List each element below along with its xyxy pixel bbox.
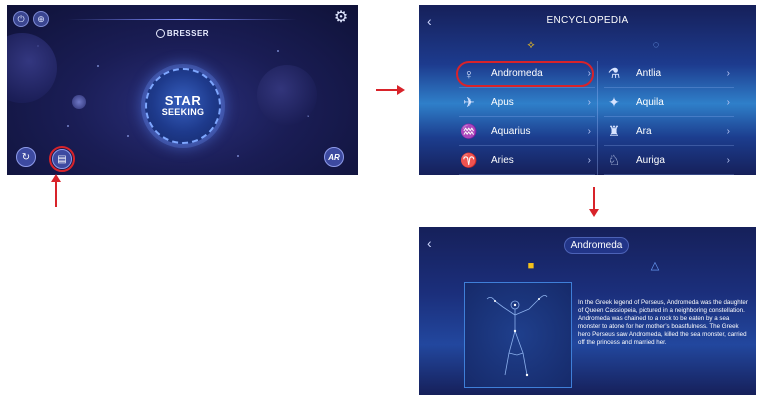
power-icon[interactable]: ⏻ [13,11,29,27]
star-seeking-line1: STAR [164,93,202,109]
list-item-label: Aquila [636,97,664,108]
list-item-aries[interactable]: ♈ Aries › [459,147,595,175]
star-seeking-line2: SEEKING [161,107,205,118]
aquarius-figure-icon: ♒ [460,123,478,139]
arrow-right-indicator [376,85,405,95]
constellation-detail-screen: ‹ Andromeda ■ △ In the Greek legend of P… [419,227,756,395]
bresser-logo-icon [155,29,165,38]
list-item-label: Ara [636,126,652,137]
constellation-description: In the Greek legend of Perseus, Andromed… [578,299,748,346]
home-screen: ⏻ ⊕ ⚙ BRESSER STAR SEEKING ↻ ▤ AR [7,5,358,175]
arrow-up-indicator [51,174,61,207]
constellation-image [464,282,572,388]
arrow-down-indicator [589,187,599,217]
list-item-aquila[interactable]: ✦ Aquila › [604,89,734,117]
chevron-right-icon: › [726,155,730,166]
cube-icon[interactable]: ■ [525,260,537,272]
list-item-label: Auriga [636,155,665,166]
list-item-auriga[interactable]: ♘ Auriga › [604,147,734,175]
aquila-figure-icon: ✦ [608,94,620,110]
background-star [97,65,99,67]
ar-button[interactable]: AR [324,147,344,167]
chevron-right-icon: › [726,68,730,79]
list-item-apus[interactable]: ✈ Apus › [459,89,595,117]
chevron-right-icon: › [587,155,591,166]
list-item-antlia[interactable]: ⚗ Antlia › [604,60,734,88]
planet-icon[interactable]: ◌ [649,38,663,52]
apus-figure-icon: ✈ [463,94,475,110]
chevron-right-icon: › [587,97,591,108]
chevron-right-icon: › [587,126,591,137]
constellation-icon[interactable]: ⟡ [524,38,538,52]
ara-figure-icon: ♜ [607,123,621,139]
planet-decoration [72,95,86,109]
list-item-label: Aries [491,155,514,166]
andromeda-figure-icon [486,295,548,377]
planet-decoration [7,33,57,103]
chevron-right-icon: › [726,97,730,108]
antlia-figure-icon: ⚗ [607,65,621,81]
ar-label: AR [328,152,340,162]
aries-figure-icon: ♈ [460,152,478,168]
detail-title: Andromeda [564,237,629,254]
list-item-label: Aquarius [491,126,531,137]
planet-decoration [257,65,317,125]
background-star [67,125,69,127]
encyclopedia-screen: ‹ ENCYCLOPEDIA ⟡ ◌ ♀ Andromeda › ✈ Apus … [419,5,756,175]
encyclopedia-highlight-ring [49,146,75,172]
list-item-label: Apus [491,97,514,108]
chevron-right-icon: › [726,126,730,137]
background-star [127,135,129,137]
brand-logo: BRESSER [7,29,358,38]
background-star [237,155,239,157]
gear-icon[interactable]: ⚙ [332,9,350,27]
triangle-icon[interactable]: △ [648,260,662,272]
list-item-label: Antlia [636,68,662,79]
header-glow-line [67,19,297,20]
encyclopedia-title: ENCYCLOPEDIA [546,15,629,26]
background-star [277,50,279,52]
list-item-aquarius[interactable]: ♒ Aquarius › [459,118,595,146]
back-chevron-icon[interactable]: ‹ [427,235,432,251]
list-item-ara[interactable]: ♜ Ara › [604,118,734,146]
globe-icon[interactable]: ⊕ [33,11,49,27]
andromeda-highlight-ring [456,61,594,87]
column-divider [597,61,598,175]
reload-icon[interactable]: ↻ [16,147,36,167]
brand-name: BRESSER [166,29,210,38]
star-seeking-button[interactable]: STAR SEEKING [145,68,221,144]
auriga-figure-icon: ♘ [607,152,621,168]
